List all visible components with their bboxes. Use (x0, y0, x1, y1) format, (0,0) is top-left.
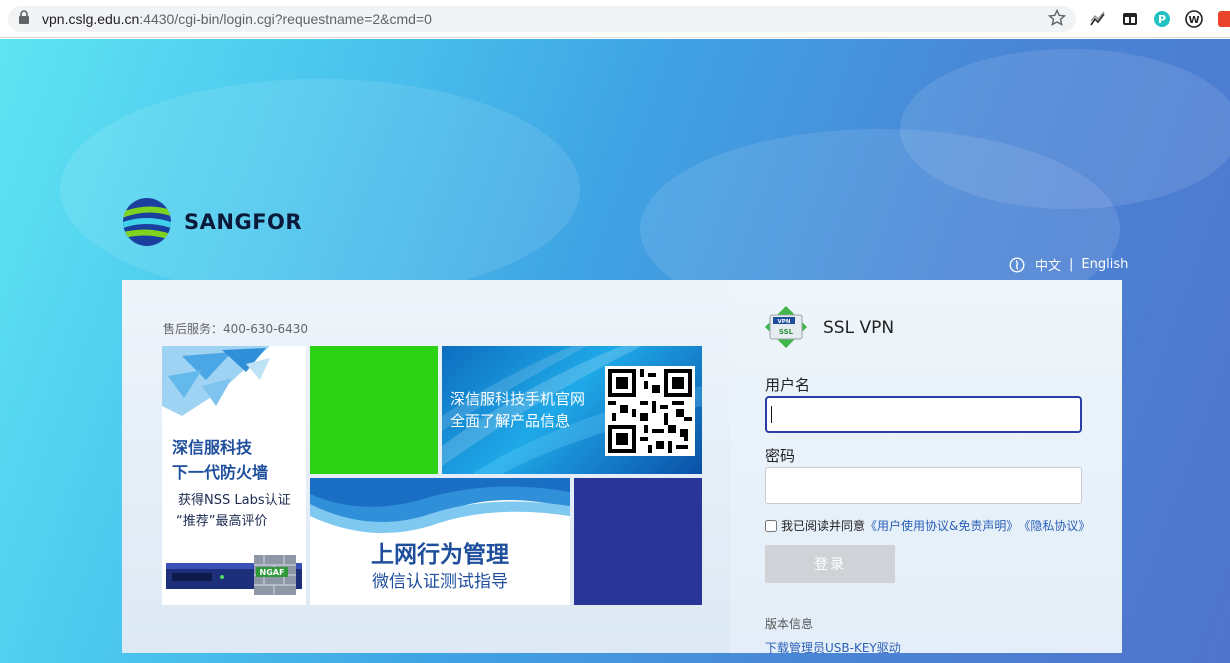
password-label: 密码 (765, 447, 796, 465)
svg-text:P: P (1158, 13, 1166, 26)
green-promo-tile[interactable] (310, 346, 438, 474)
version-info-link[interactable]: 版本信息 (765, 615, 813, 632)
firewall-subtitle-1: 获得NSS Labs认证 (178, 493, 291, 508)
qr-code (605, 366, 695, 456)
login-button[interactable]: 登录 (765, 545, 895, 583)
agree-checkbox[interactable] (765, 519, 777, 532)
mobile-title-2: 全面了解产品信息 (450, 412, 571, 430)
username-label: 用户名 (765, 376, 811, 394)
star-icon[interactable] (1048, 9, 1066, 27)
behavior-title: 上网行为管理 (371, 542, 509, 568)
text-caret (771, 406, 772, 423)
behavior-subtitle: 微信认证测试指导 (372, 572, 508, 592)
usbkey-driver-link[interactable]: 下载管理员USB-KEY驱动 (765, 639, 901, 656)
brand-logo: SANGFOR (122, 197, 302, 247)
behavior-management-promo-tile[interactable]: 上网行为管理 微信认证测试指导 (310, 478, 570, 605)
mobile-site-promo-tile[interactable]: 深信服科技手机官网 全面了解产品信息 (442, 346, 702, 474)
background-cloud (900, 49, 1230, 209)
extension-chart-icon[interactable] (1089, 10, 1107, 28)
navy-promo-tile[interactable] (574, 478, 702, 605)
firewall-appliance-image: NGAF (166, 555, 302, 595)
firewall-promo-tile[interactable]: 深信服科技 下一代防火墙 获得NSS Labs认证 “推荐”最高评价 NGAF (162, 346, 306, 605)
url-text[interactable]: vpn.cslg.edu.cn:4430/cgi-bin/login.cgi?r… (42, 11, 432, 27)
qr-code-graphic (608, 369, 692, 453)
username-input[interactable] (765, 396, 1082, 433)
mobile-title-1: 深信服科技手机官网 (450, 390, 586, 408)
sangfor-globe-icon (123, 198, 171, 246)
firewall-subtitle-2: “推荐”最高评价 (176, 514, 268, 529)
lock-icon[interactable] (18, 10, 30, 24)
extension-w-icon[interactable]: W (1185, 10, 1203, 28)
globe-icon (1009, 256, 1025, 273)
extension-dashboard-icon[interactable] (1121, 10, 1139, 28)
extension-red-icon[interactable] (1217, 10, 1230, 28)
login-title: SSL VPN (823, 318, 895, 338)
lang-separator: | (1069, 257, 1074, 272)
url-host: vpn.cslg.edu.cn (42, 11, 140, 27)
address-bar: vpn.cslg.edu.cn:4430/cgi-bin/login.cgi?r… (0, 0, 1230, 38)
svg-text:W: W (1188, 15, 1199, 26)
background-cloud (60, 79, 580, 299)
ssl-vpn-icon: VPN SSL (765, 306, 807, 348)
firewall-title-1: 深信服科技 (172, 438, 253, 457)
lang-english-link[interactable]: English (1081, 257, 1128, 272)
password-input[interactable] (765, 467, 1082, 504)
ngaf-badge: NGAF (260, 568, 285, 577)
paper-planes-graphic (162, 346, 270, 416)
svg-text:VPN: VPN (778, 319, 791, 325)
agreement-row: 我已阅读并同意 《用户使用协议&免责声明》 《隐私协议》 (765, 517, 1090, 534)
privacy-link[interactable]: 《隐私协议》 (1018, 517, 1090, 534)
terms-link[interactable]: 《用户使用协议&免责声明》 (865, 517, 1018, 534)
url-path: :4430/cgi-bin/login.cgi?requestname=2&cm… (139, 11, 432, 27)
svg-text:SSL: SSL (779, 328, 794, 336)
lang-chinese-link[interactable]: 中文 (1035, 255, 1061, 274)
extension-p-icon[interactable]: P (1153, 10, 1171, 28)
language-switcher: 中文 | English (1009, 255, 1128, 274)
service-hotline: 售后服务：400-630-6430 (163, 322, 309, 336)
brand-name: SANGFOR (184, 210, 303, 234)
firewall-title-2: 下一代防火墙 (172, 463, 269, 482)
agree-text: 我已阅读并同意 (781, 519, 866, 533)
